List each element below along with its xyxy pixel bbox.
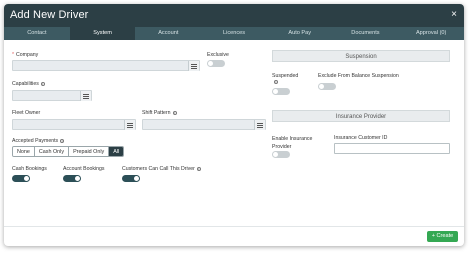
insurance-customer-id-input[interactable] (334, 143, 450, 154)
accepted-payments-segmented: None Cash Only Prepaid Only All (12, 146, 125, 157)
capabilities-select[interactable] (12, 90, 92, 101)
enable-insurance-label: Enable Insurance Provider (272, 136, 313, 150)
account-bookings-label: Account Bookings (63, 166, 105, 172)
footer-divider (4, 226, 464, 227)
capabilities-label-text: Capabilities (12, 81, 39, 87)
info-icon: i (172, 110, 177, 115)
payment-option-none[interactable]: None (13, 147, 35, 156)
tab-bar: Contact System Account Licences Auto Pay… (4, 27, 464, 40)
dialog-title: Add New Driver (10, 9, 89, 21)
shift-pattern-select[interactable] (142, 119, 266, 130)
create-button[interactable]: + Create (427, 231, 458, 242)
tab-licences[interactable]: Licences (201, 27, 267, 40)
insurance-customer-id-label: Insurance Customer ID (334, 135, 388, 141)
enable-insurance-toggle[interactable] (272, 151, 290, 158)
insurance-heading: Insurance Provider (272, 110, 450, 122)
tab-auto-pay[interactable]: Auto Pay (267, 27, 333, 40)
cash-bookings-label: Cash Bookings (12, 166, 47, 172)
exclude-from-balance-label: Exclude From Balance Suspension (318, 73, 399, 79)
info-icon: i (40, 81, 45, 86)
payment-option-prepaid-only[interactable]: Prepaid Only (69, 147, 110, 156)
exclusive-label: Exclusive (207, 52, 229, 58)
shift-pattern-label: Shift Pattern i (142, 110, 177, 116)
exclusive-toggle[interactable] (207, 60, 225, 67)
accepted-payments-label-text: Accepted Payments (12, 138, 59, 144)
customers-can-call-label-text: Customers Can Call This Driver (122, 166, 195, 172)
list-icon[interactable] (80, 91, 91, 101)
cash-bookings-toggle[interactable] (12, 175, 30, 182)
suspended-label: Suspended (272, 73, 299, 79)
suspension-heading: Suspension (272, 50, 450, 62)
required-mark: * (12, 52, 15, 58)
tab-system[interactable]: System (69, 27, 136, 40)
company-label: * Company (12, 52, 38, 58)
payment-option-all[interactable]: All (109, 147, 124, 156)
add-driver-dialog: Add New Driver × Contact System Account … (4, 4, 464, 246)
exclude-from-balance-toggle[interactable] (318, 83, 336, 90)
tab-documents[interactable]: Documents (333, 27, 399, 40)
tab-account[interactable]: Account (135, 27, 201, 40)
list-icon[interactable] (124, 120, 135, 130)
payment-option-cash-only[interactable]: Cash Only (34, 147, 70, 156)
fleet-owner-label: Fleet Owner (12, 110, 41, 116)
info-icon: i (274, 80, 278, 84)
tab-contact[interactable]: Contact (4, 27, 70, 40)
info-icon: i (60, 138, 65, 143)
dialog-header: Add New Driver × (4, 4, 464, 27)
tab-approval[interactable]: Approval (0) (398, 27, 464, 40)
info-icon: i (196, 166, 201, 171)
company-select[interactable] (12, 60, 200, 71)
customers-can-call-toggle[interactable] (122, 175, 140, 182)
account-bookings-toggle[interactable] (63, 175, 81, 182)
customers-can-call-label: Customers Can Call This Driver i (122, 166, 201, 172)
company-label-text: Company (16, 52, 39, 58)
list-icon[interactable] (188, 61, 199, 71)
close-icon[interactable]: × (451, 9, 457, 20)
accepted-payments-label: Accepted Payments i (12, 138, 65, 144)
shift-pattern-label-text: Shift Pattern (142, 110, 171, 116)
suspended-toggle[interactable] (272, 88, 290, 95)
list-icon[interactable] (254, 120, 265, 130)
fleet-owner-select[interactable] (12, 119, 136, 130)
capabilities-label: Capabilities i (12, 81, 45, 87)
